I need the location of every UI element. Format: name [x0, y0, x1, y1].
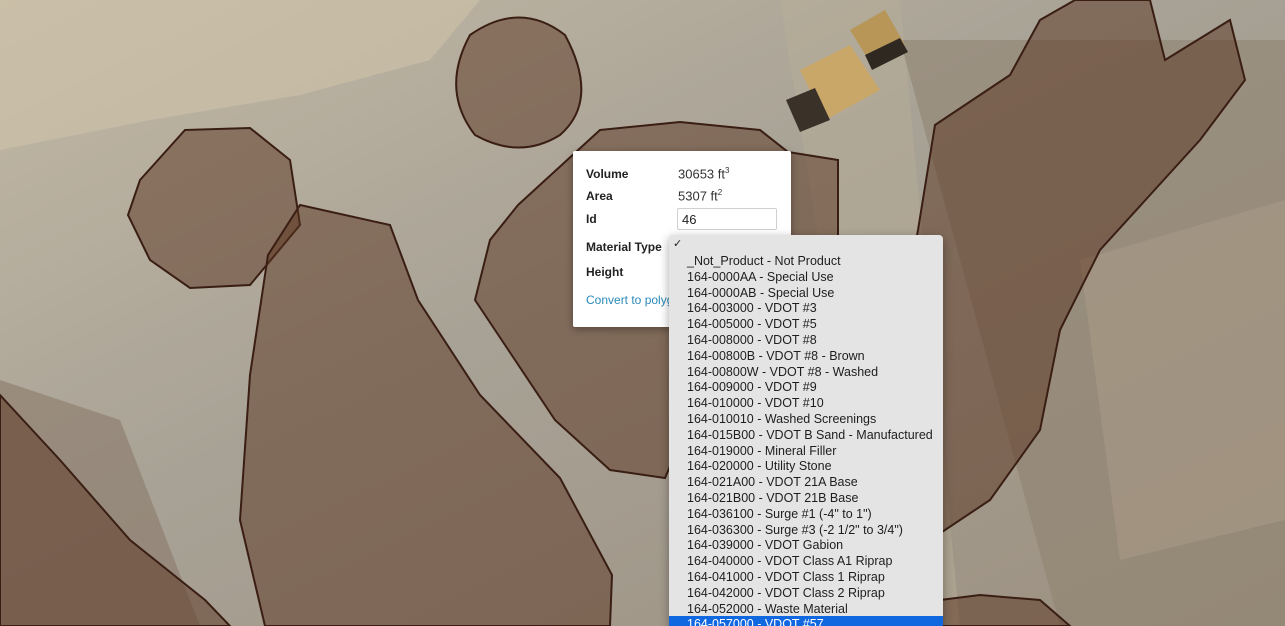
id-label: Id [586, 212, 597, 226]
material-type-option[interactable]: 164-021B00 - VDOT 21B Base [669, 490, 943, 506]
material-type-option[interactable]: 164-021A00 - VDOT 21A Base [669, 474, 943, 490]
material-type-option[interactable]: 164-019000 - Mineral Filler [669, 443, 943, 459]
convert-to-polygon-link[interactable]: Convert to polygon [586, 293, 675, 307]
height-label: Height [586, 265, 624, 279]
material-type-option[interactable]: 164-0000AA - Special Use [669, 269, 943, 285]
material-type-option[interactable]: 164-003000 - VDOT #3 [669, 300, 943, 316]
material-type-option[interactable]: 164-010000 - VDOT #10 [669, 395, 943, 411]
material-type-option[interactable]: 164-042000 - VDOT Class 2 Riprap [669, 585, 943, 601]
material-type-option-selected[interactable]: 164-057000 - VDOT #57 [669, 616, 943, 626]
volume-label: Volume [586, 167, 629, 181]
material-type-option[interactable]: 164-015B00 - VDOT B Sand - Manufactured [669, 427, 943, 443]
material-type-option[interactable]: 164-020000 - Utility Stone [669, 458, 943, 474]
material-type-option[interactable]: 164-036300 - Surge #3 (-2 1/2" to 3/4") [669, 522, 943, 538]
material-type-option[interactable]: 164-036100 - Surge #1 (-4" to 1") [669, 506, 943, 522]
material-type-option[interactable]: 164-010010 - Washed Screenings [669, 411, 943, 427]
check-icon: ✓ [673, 238, 683, 250]
material-type-option[interactable]: 164-00800W - VDOT #8 - Washed [669, 364, 943, 380]
material-type-label: Material Type [586, 240, 662, 254]
material-type-option[interactable]: 164-039000 - VDOT Gabion [669, 537, 943, 553]
material-type-option[interactable]: 164-052000 - Waste Material [669, 601, 943, 617]
id-field[interactable] [677, 208, 777, 230]
material-type-dropdown-list[interactable]: ✓ _Not_Product - Not Product 164-0000AA -… [669, 235, 943, 626]
material-type-option[interactable]: 164-00800B - VDOT #8 - Brown [669, 348, 943, 364]
area-value: 5307 ft2 [678, 188, 723, 204]
area-label: Area [586, 189, 613, 203]
material-type-option[interactable]: 164-041000 - VDOT Class 1 Riprap [669, 569, 943, 585]
volume-value: 30653 ft3 [678, 166, 730, 182]
material-type-option[interactable]: 164-040000 - VDOT Class A1 Riprap [669, 553, 943, 569]
material-type-option[interactable]: 164-0000AB - Special Use [669, 285, 943, 301]
material-type-option[interactable]: 164-009000 - VDOT #9 [669, 379, 943, 395]
material-type-option[interactable]: 164-008000 - VDOT #8 [669, 332, 943, 348]
material-type-option[interactable]: _Not_Product - Not Product [669, 253, 943, 269]
material-type-option[interactable]: 164-005000 - VDOT #5 [669, 316, 943, 332]
